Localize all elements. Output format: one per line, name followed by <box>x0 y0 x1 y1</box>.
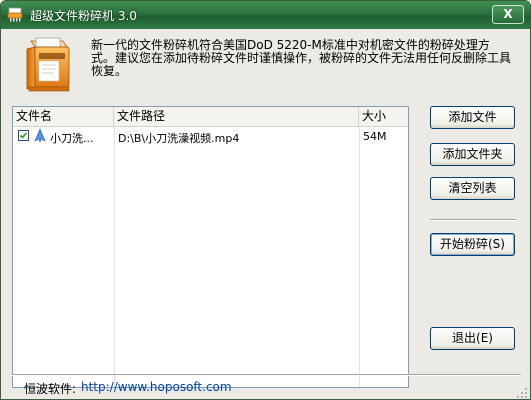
checkmark-icon <box>19 132 28 139</box>
column-header-path[interactable]: 文件路径 <box>114 107 359 126</box>
app-window: 超级文件粉碎机 3.0 X 新一代的文件粉碎机符合美国DoD 5220-M标准中… <box>0 0 531 400</box>
close-button[interactable]: X <box>492 5 524 24</box>
add-folder-button[interactable]: 添加文件夹 <box>430 143 515 166</box>
table-row[interactable]: 小刀洗... D:\B\小刀洗澡视频.mp4 54M <box>13 127 408 145</box>
column-header-size[interactable]: 大小 <box>359 107 408 126</box>
cell-file-path: D:\B\小刀洗澡视频.mp4 <box>118 132 240 145</box>
cell-file-name: 小刀洗... <box>50 132 94 145</box>
close-icon: X <box>503 7 513 21</box>
app-icon <box>7 7 23 22</box>
window-title: 超级文件粉碎机 3.0 <box>30 9 137 23</box>
file-list[interactable]: 文件名 文件路径 大小 小刀洗... D:\B\小刀洗澡视频.mp4 54M <box>12 106 409 388</box>
video-file-icon <box>34 128 46 143</box>
clear-list-button[interactable]: 清空列表 <box>430 177 515 200</box>
exit-button[interactable]: 退出(E) <box>430 327 515 350</box>
company-label: 恒波软件: <box>24 382 77 396</box>
description-text: 新一代的文件粉碎机符合美国DoD 5220-M标准中对机密文件的粉碎处理方式。建… <box>91 38 512 78</box>
client-area: 新一代的文件粉碎机符合美国DoD 5220-M标准中对机密文件的粉碎处理方式。建… <box>1 29 530 399</box>
column-header-name[interactable]: 文件名 <box>13 107 114 126</box>
resize-grip-icon[interactable] <box>516 387 528 399</box>
shredder-icon <box>26 37 70 92</box>
cell-file-size: 54M <box>363 130 387 143</box>
button-separator <box>430 219 516 221</box>
start-shred-button[interactable]: 开始粉碎(S) <box>430 233 515 256</box>
status-bar: 恒波软件: http://www.hoposoft.com <box>1 371 530 399</box>
website-link[interactable]: http://www.hoposoft.com <box>81 380 232 394</box>
status-separator <box>11 374 521 376</box>
add-file-button[interactable]: 添加文件 <box>430 106 515 129</box>
title-bar[interactable]: 超级文件粉碎机 3.0 X <box>1 1 530 29</box>
row-checkbox[interactable] <box>18 130 29 141</box>
list-header: 文件名 文件路径 大小 <box>13 107 408 127</box>
column-divider <box>114 126 115 387</box>
column-divider <box>359 126 360 387</box>
